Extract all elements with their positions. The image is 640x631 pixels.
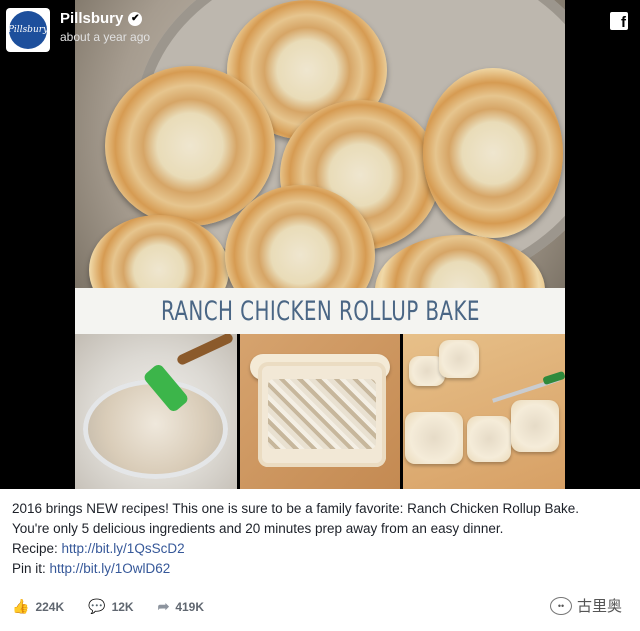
pillsbury-logo: Pillsbury [8,11,48,49]
step-photo-filling [240,334,400,489]
roll [423,68,563,238]
wechat-icon: •• [549,596,572,615]
chicken-filling [268,379,376,449]
dough-slice [439,340,479,378]
comment-stat[interactable]: 💬 12K [88,598,133,615]
page-meta: Pillsbury ✔ about a year ago [60,10,150,44]
post-stats: 👍 224K 💬 12K ➦ 419K [12,598,228,615]
verified-check-icon: ✔ [128,11,143,26]
like-stat[interactable]: 👍 224K [12,598,64,615]
like-count: 224K [35,599,65,614]
thumbs-up-icon: 👍 [12,598,30,614]
dough-slice [511,400,559,452]
step-photo-slicing [403,334,565,489]
post-caption: 2016 brings NEW recipes! This one is sur… [12,499,632,579]
caption-line: You're only 5 delicious ingredients and … [12,521,504,536]
pin-line: Pin it: http://bit.ly/1OwlD62 [12,559,632,579]
spatula-handle [175,334,235,367]
avatar[interactable]: Pillsbury [6,8,50,52]
recipe-label: Recipe: [12,541,62,556]
dough-slice [467,416,511,462]
comment-count: 12K [111,599,134,614]
recipe-title: RANCH CHICKEN ROLLUP BAKE [160,295,480,327]
share-stat[interactable]: ➦ 419K [158,598,204,615]
page-name[interactable]: Pillsbury ✔ [60,10,150,27]
step-photo-mixing [75,334,237,489]
pin-link[interactable]: http://bit.ly/1OwlD62 [50,561,171,576]
watermark: •• 古里奥 [549,595,622,616]
facebook-post: RANCH CHICKEN ROLLUP BAKE Pillsbury Pill… [0,0,640,631]
pin-label: Pin it: [12,561,50,576]
caption-line: 2016 brings NEW recipes! This one is sur… [12,501,580,516]
recipe-link[interactable]: http://bit.ly/1QsScD2 [62,541,185,556]
share-arrow-icon: ➦ [157,598,170,614]
dough-slice [405,412,463,464]
recipe-title-band: RANCH CHICKEN ROLLUP BAKE [75,288,565,334]
post-timestamp[interactable]: about a year ago [60,30,150,44]
comment-icon: 💬 [88,598,106,614]
post-image[interactable]: RANCH CHICKEN ROLLUP BAKE Pillsbury Pill… [0,0,640,489]
recipe-line: Recipe: http://bit.ly/1QsScD2 [12,539,632,559]
watermark-text: 古里奥 [576,598,622,615]
page-name-text[interactable]: Pillsbury [60,10,123,27]
facebook-icon[interactable]: f [610,12,628,30]
mixing-bowl [83,379,228,479]
post-header: Pillsbury Pillsbury ✔ about a year ago [6,8,150,52]
share-count: 419K [175,599,204,614]
